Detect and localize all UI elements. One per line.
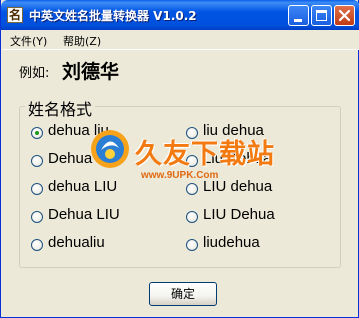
title-bar[interactable]: 名 中英文姓名批量转换器 V1.0.2 xyxy=(1,0,359,30)
radio-button[interactable] xyxy=(186,211,198,223)
radio-button[interactable] xyxy=(31,155,43,167)
radio-button[interactable] xyxy=(31,239,43,251)
example-name: 刘德华 xyxy=(62,61,120,83)
radio-label: Liu Dehua xyxy=(203,150,272,167)
maximize-icon xyxy=(316,10,327,21)
close-icon xyxy=(338,9,351,22)
minimize-button[interactable] xyxy=(288,5,309,26)
window-title: 中英文姓名批量转换器 V1.0.2 xyxy=(29,9,197,23)
app-icon: 名 xyxy=(7,7,23,23)
radio-button[interactable] xyxy=(186,183,198,195)
radio-label: LIU Dehua xyxy=(203,206,275,223)
ok-button[interactable]: 确定 xyxy=(149,282,217,306)
radio-button[interactable] xyxy=(186,239,198,251)
menu-file[interactable]: 文件(Y) xyxy=(10,33,47,49)
radio-button[interactable] xyxy=(31,211,43,223)
radio-label: liudehua xyxy=(203,234,260,251)
radio-button[interactable] xyxy=(186,155,198,167)
minimize-icon xyxy=(294,19,302,22)
radio-label: dehua LIU xyxy=(48,178,118,195)
radio-button[interactable] xyxy=(31,127,43,139)
example-label: 例如: xyxy=(19,66,50,81)
radio-button[interactable] xyxy=(31,183,43,195)
menu-help[interactable]: 帮助(Z) xyxy=(63,33,101,49)
radio-label: liu dehua xyxy=(203,122,264,139)
main-window: 名 中英文姓名批量转换器 V1.0.2 文件(Y) 帮助(Z) 例如: 刘德华 … xyxy=(0,0,359,318)
radio-label: dehualiu xyxy=(48,234,105,251)
radio-label: Dehua Liu xyxy=(48,150,117,167)
menu-bar: 文件(Y) 帮助(Z) xyxy=(2,30,359,50)
radio-button[interactable] xyxy=(186,127,198,139)
close-button[interactable] xyxy=(334,5,355,26)
radio-label: LIU dehua xyxy=(203,178,273,195)
radio-label: dehua liu xyxy=(48,122,109,139)
maximize-button[interactable] xyxy=(311,5,332,26)
radio-label: Dehua LIU xyxy=(48,206,120,223)
group-title: 姓名格式 xyxy=(25,96,96,120)
